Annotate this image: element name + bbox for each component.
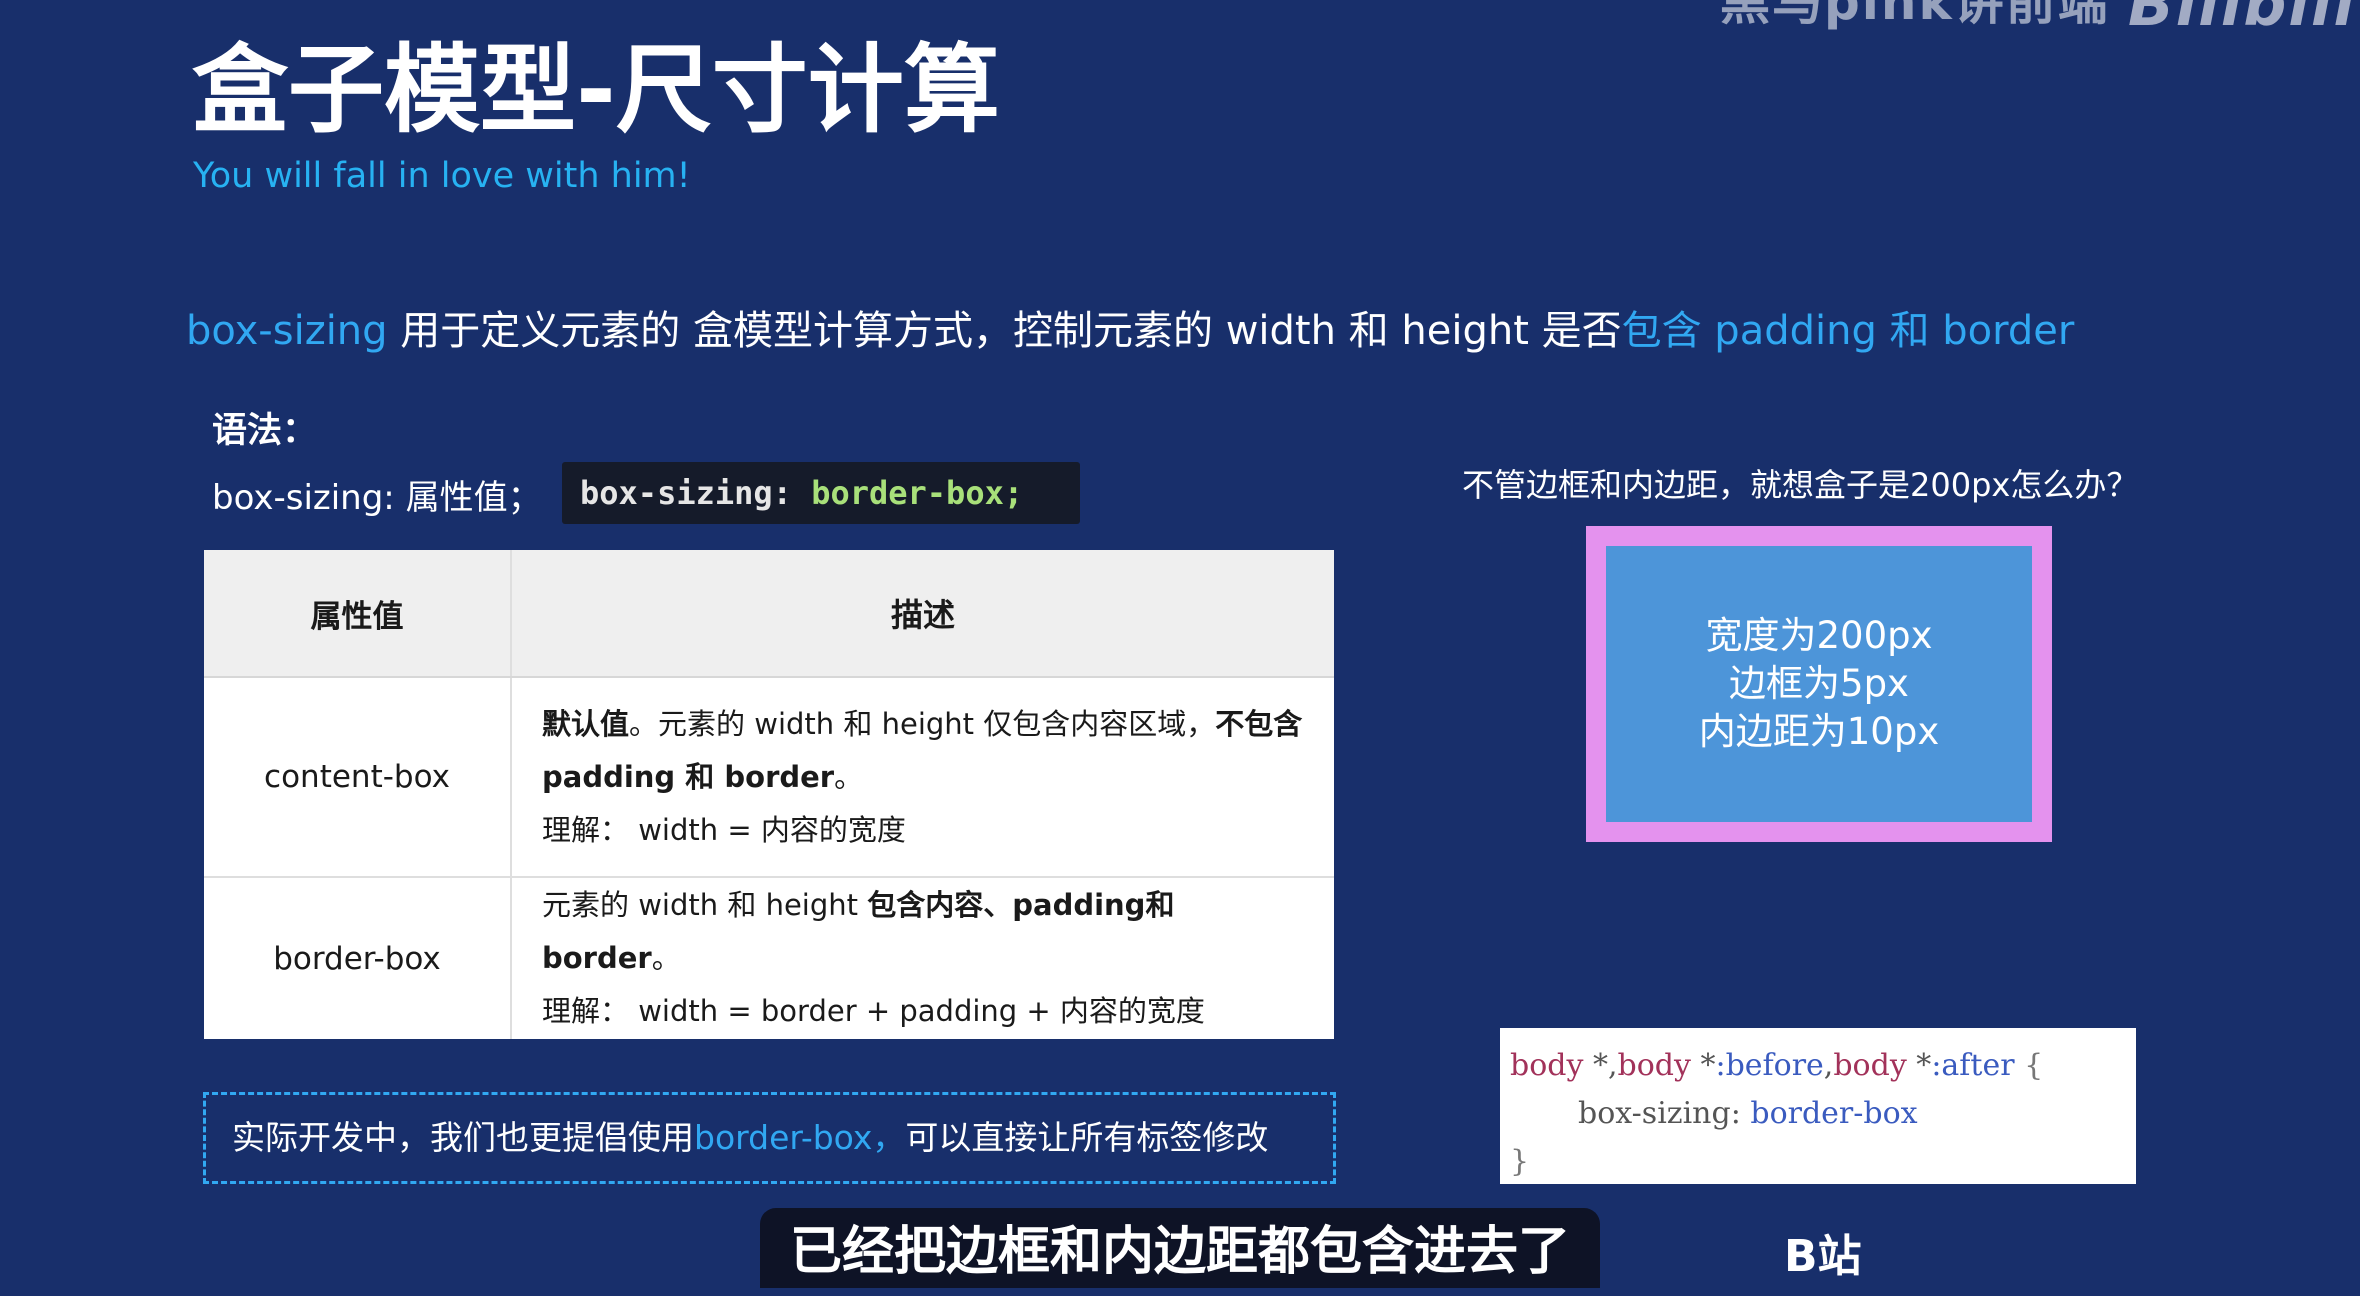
bilibili-logo: Bilibili — [2128, 0, 2357, 40]
code-token: * — [1690, 1048, 1716, 1083]
box-padding-label: 内边距为10px — [1698, 710, 1940, 753]
demo-question: 不管边框和内边距，就想盒子是200px怎么办？ — [1462, 466, 2139, 504]
code-property: box-sizing: — [580, 474, 792, 512]
code-value: border-box; — [791, 474, 1024, 512]
box-border-demo: 宽度为200px 边框为5px 内边距为10px — [1586, 526, 2052, 842]
code-token: } — [1510, 1144, 1530, 1179]
desc-understand: 理解： width = border + padding + 内容的宽度 — [542, 994, 1205, 1028]
bsite-watermark: B站 — [1784, 1231, 1862, 1282]
box-width-label: 宽度为200px — [1705, 614, 1933, 657]
desc-text: 。 — [834, 759, 864, 794]
note-text: 实际开发中，我们也更提倡使用 — [232, 1118, 694, 1157]
table-row: border-box 元素的 width 和 height 包含内容、paddi… — [204, 876, 1334, 1039]
note-highlight: border-box， — [694, 1118, 906, 1157]
watermark-text: 黑马pink讲前端 — [1720, 0, 2110, 31]
desc-main: 元素的 width 和 height 包含内容、padding和 border。 — [542, 879, 1304, 985]
intro-highlight: 包含 padding 和 border — [1621, 308, 2075, 354]
box-content-demo: 宽度为200px 边框为5px 内边距为10px — [1606, 546, 2032, 822]
code-token: body — [1617, 1048, 1691, 1083]
code-token: body — [1833, 1048, 1907, 1083]
code-token: :after — [1931, 1048, 2015, 1083]
desc-understand: 理解： width = 内容的宽度 — [542, 812, 906, 847]
code-line-declaration: box-sizing: border-box — [1510, 1090, 2126, 1138]
desc-text: 元素的 width 和 height — [542, 888, 868, 922]
table-header-value: 属性值 — [204, 550, 512, 678]
syntax-code-block: box-sizing: border-box; — [562, 462, 1080, 524]
intro-keyword: box-sizing — [186, 308, 388, 354]
syntax-line: box-sizing: 属性值； — [212, 478, 542, 518]
desc-bold: 默认值 — [542, 706, 630, 741]
code-token: { — [2014, 1048, 2044, 1083]
box-border-label: 边框为5px — [1729, 662, 1909, 705]
table-row: content-box 默认值。元素的 width 和 height 仅包含内容… — [204, 676, 1334, 877]
code-token: :before — [1715, 1048, 1824, 1083]
table-header-row: 属性值 描述 — [204, 550, 1334, 678]
css-code-snippet: body *,body *:before,body *:after { box-… — [1500, 1028, 2136, 1184]
table-cell-value: border-box — [204, 876, 512, 1039]
box-sizing-table: 属性值 描述 content-box 默认值。元素的 width 和 heigh… — [204, 550, 1334, 1039]
video-caption: 已经把边框和内边距都包含进去了 — [760, 1208, 1600, 1288]
table-cell-desc: 元素的 width 和 height 包含内容、padding和 border。… — [511, 876, 1334, 1039]
desc-main: 默认值。元素的 width 和 height 仅包含内容区域，不包含 paddi… — [542, 698, 1304, 804]
code-line-selector: body *,body *:before,body *:after { — [1510, 1048, 2044, 1083]
page-title: 盒子模型-尺寸计算 — [192, 34, 1000, 146]
table-cell-value: content-box — [204, 676, 512, 877]
code-line-close: } — [1510, 1138, 2126, 1186]
code-token: box-sizing: — [1578, 1096, 1741, 1131]
intro-body: 用于定义元素的 盒模型计算方式，控制元素的 width 和 height 是否 — [387, 308, 1622, 354]
code-token: body — [1510, 1048, 1584, 1083]
practice-note: 实际开发中，我们也更提倡使用border-box，可以直接让所有标签修改 — [203, 1092, 1336, 1184]
table-header-desc: 描述 — [511, 550, 1334, 678]
table-cell-desc: 默认值。元素的 width 和 height 仅包含内容区域，不包含 paddi… — [511, 676, 1334, 877]
code-token: * — [1906, 1048, 1932, 1083]
intro-text: box-sizing 用于定义元素的 盒模型计算方式，控制元素的 width 和… — [186, 298, 2074, 356]
page-subtitle: You will fall in love with him! — [193, 156, 691, 196]
code-token: *, — [1583, 1048, 1618, 1083]
note-text: 可以直接让所有标签修改 — [905, 1118, 1269, 1157]
desc-text: 。 — [651, 941, 681, 975]
syntax-label: 语法： — [212, 411, 318, 451]
code-token: border-box — [1740, 1096, 1918, 1131]
desc-text: 。元素的 width 和 height 仅包含内容区域， — [629, 706, 1216, 741]
